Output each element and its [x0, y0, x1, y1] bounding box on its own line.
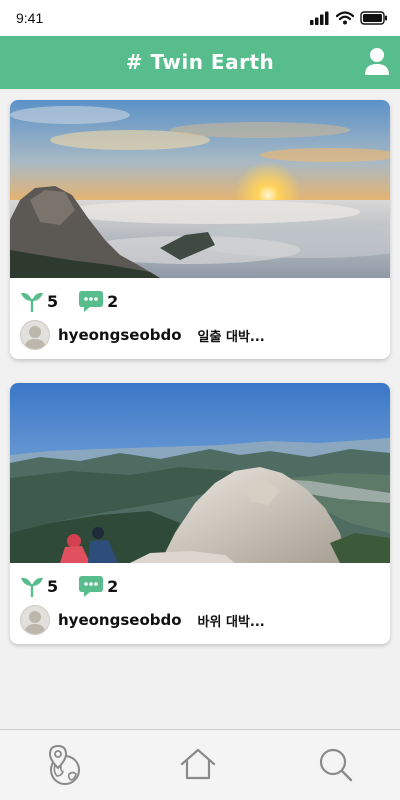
comment-stat[interactable]: 2: [78, 289, 118, 313]
comment-count: 2: [107, 291, 119, 311]
comment-icon[interactable]: [78, 574, 104, 598]
post-stats: 5 2: [20, 288, 138, 314]
avatar[interactable]: [20, 605, 50, 635]
post-caption: 바위 대박...: [197, 614, 265, 630]
wifi-icon: [336, 11, 354, 25]
battery-icon: [360, 11, 387, 25]
status-icons: [310, 9, 388, 27]
granite-summit-hikers-photo[interactable]: [10, 383, 390, 563]
avatar[interactable]: [20, 320, 50, 350]
post-card[interactable]: 5 2: [10, 383, 390, 644]
sprout-icon[interactable]: [20, 575, 44, 597]
bottom-nav: [0, 729, 400, 800]
post-card[interactable]: 5 2: [10, 100, 390, 359]
post-caption: 일출 대박...: [197, 329, 265, 345]
post-author[interactable]: hyeongseobdo 바위 대박...: [20, 605, 265, 635]
comment-stat[interactable]: 2: [78, 574, 118, 598]
like-stat[interactable]: 5: [20, 575, 58, 597]
avatar-placeholder-icon: [24, 611, 46, 634]
like-stat[interactable]: 5: [20, 290, 58, 312]
post-stats: 5 2: [20, 573, 138, 599]
sunrise-sea-of-clouds-photo[interactable]: [10, 100, 390, 278]
status-time: 9:41: [16, 10, 44, 26]
user-icon[interactable]: [364, 47, 390, 77]
username[interactable]: hyeongseobdo: [58, 611, 182, 629]
app-screen: 9:41 # Twin Earth 5 2 hyeongseobdo 일출 대박…: [0, 0, 400, 800]
status-bar: 9:41: [0, 0, 400, 36]
post-author[interactable]: hyeongseobdo 일출 대박...: [20, 320, 265, 350]
app-header: # Twin Earth: [0, 36, 400, 89]
comment-icon[interactable]: [78, 289, 104, 313]
username[interactable]: hyeongseobdo: [58, 326, 182, 344]
avatar-placeholder-icon: [24, 326, 46, 349]
like-count: 5: [47, 291, 59, 311]
comment-count: 2: [107, 576, 119, 596]
like-count: 5: [47, 576, 59, 596]
search-icon[interactable]: [316, 744, 356, 786]
sprout-icon[interactable]: [20, 290, 44, 312]
home-icon[interactable]: [178, 744, 218, 786]
map-earth-icon[interactable]: [45, 744, 85, 786]
app-title: # Twin Earth: [125, 50, 275, 74]
signal-icon: [310, 11, 329, 25]
